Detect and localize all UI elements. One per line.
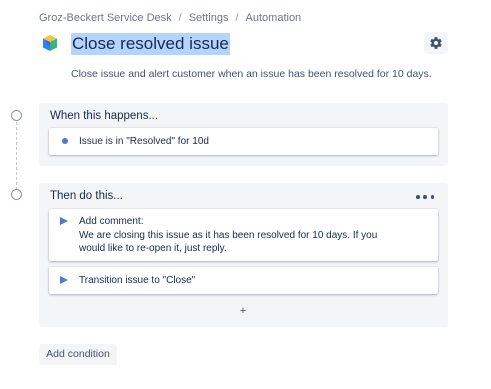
add-action-button[interactable]: + (237, 305, 249, 317)
settings-button[interactable] (424, 32, 448, 54)
gear-icon (430, 37, 442, 49)
action-label: Transition issue to "Close" (79, 275, 196, 286)
then-section: Then do this... Add comment: We are clos… (39, 183, 448, 327)
breadcrumb-separator: / (235, 12, 239, 24)
when-section-title: When this happens... (50, 110, 159, 122)
trigger-label: Issue is in "Resolved" for 10d (79, 136, 209, 147)
action-label: Add comment: (79, 216, 144, 227)
then-section-title: Then do this... (50, 190, 123, 202)
breadcrumb-automation[interactable]: Automation (246, 12, 302, 24)
play-triangle-icon (60, 276, 68, 284)
breadcrumb-project[interactable]: Groz-Beckert Service Desk (39, 12, 172, 24)
add-condition-button[interactable]: Add condition (39, 344, 117, 365)
breadcrumb: Groz-Beckert Service Desk / Settings / Autom… (39, 12, 301, 24)
action-card-transition[interactable]: Transition issue to "Close" (49, 267, 438, 294)
action-detail: We are closing this issue as it has been… (79, 229, 378, 255)
trigger-card[interactable]: Issue is in "Resolved" for 10d (49, 128, 438, 155)
action-text: Add comment: We are closing this issue a… (79, 215, 379, 256)
project-cube-logo (41, 34, 59, 52)
when-section: When this happens... Issue is in "Resolv… (39, 103, 448, 166)
action-card-add-comment[interactable]: Add comment: We are closing this issue a… (49, 209, 438, 261)
breadcrumb-settings[interactable]: Settings (189, 12, 229, 24)
play-triangle-icon (60, 217, 68, 225)
trigger-bullet-icon (62, 138, 68, 144)
timeline-connector (16, 122, 17, 190)
more-horizontal-icon[interactable] (416, 192, 434, 202)
page-title[interactable]: Close resolved issue (71, 33, 230, 55)
timeline-node-then (11, 189, 22, 200)
rule-description: Close issue and alert customer when an i… (71, 68, 432, 80)
timeline-node-when (11, 110, 22, 121)
breadcrumb-separator: / (178, 12, 182, 24)
